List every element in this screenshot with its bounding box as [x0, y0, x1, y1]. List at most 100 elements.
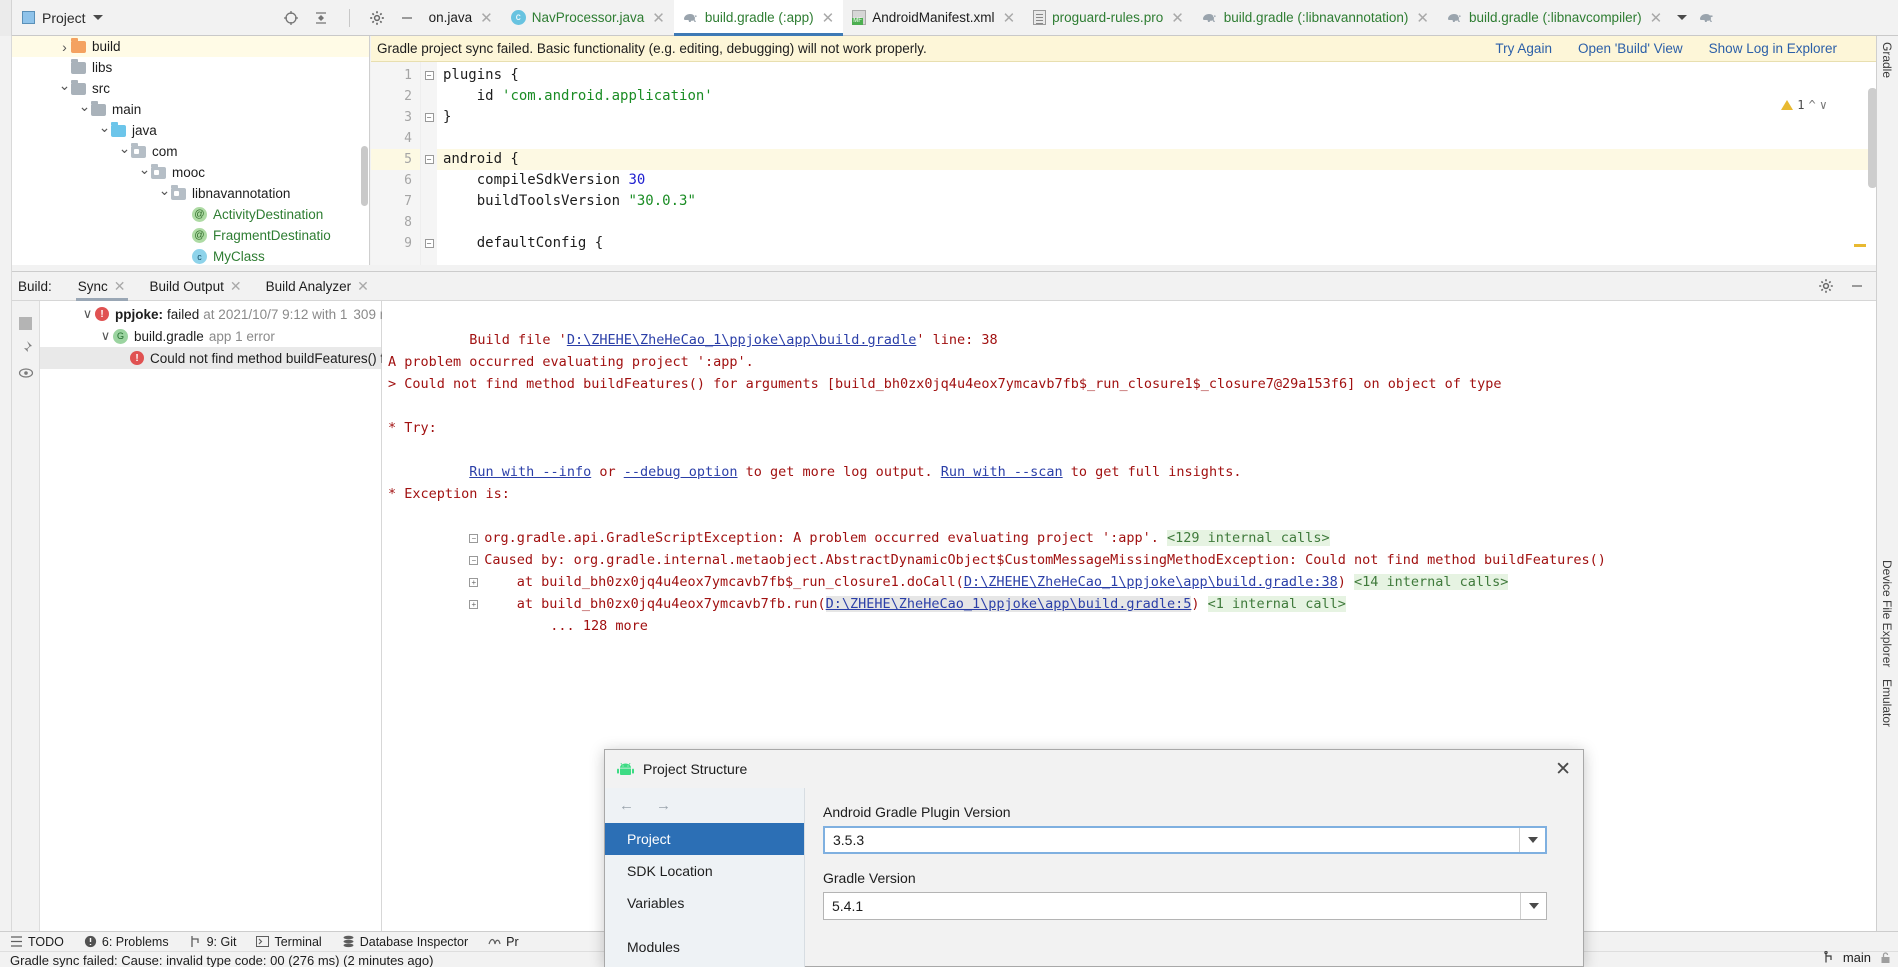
editor-tab-5[interactable]: build.gradle (:libnavannotation) ✕ — [1193, 0, 1438, 36]
open-build-view-link[interactable]: Open 'Build' View — [1578, 41, 1683, 56]
tree-item-libnavannotation[interactable]: libnavannotation — [12, 183, 369, 204]
project-structure-dialog[interactable]: Project Structure ✕ ← → Project SDK Loca… — [604, 749, 1584, 967]
editor-tab-0[interactable]: on.java ✕ — [420, 0, 502, 36]
tree-item-com[interactable]: com — [12, 141, 369, 162]
build-tree-row-project[interactable]: ∨ ! ppjoke: failed at 2021/10/7 9:12 wit… — [40, 303, 398, 325]
back-arrow-icon[interactable]: ← — [619, 797, 634, 814]
run-with-info-link[interactable]: Run with --info — [469, 464, 591, 480]
try-again-link[interactable]: Try Again — [1495, 41, 1552, 56]
dialog-item-sdk-location[interactable]: SDK Location — [605, 855, 804, 887]
tree-item-main[interactable]: main — [12, 99, 369, 120]
status-profiler-button[interactable]: Pr — [488, 935, 519, 949]
project-view-button[interactable]: Project — [12, 0, 113, 36]
tree-item-build[interactable]: build — [12, 36, 369, 57]
tree-item-src[interactable]: src — [12, 78, 369, 99]
tree-item-libs[interactable]: libs — [12, 57, 369, 78]
debug-option-link[interactable]: --debug option — [624, 464, 738, 480]
tabs-overflow-button[interactable] — [1671, 0, 1693, 36]
tree-item-mooc[interactable]: mooc — [12, 162, 369, 183]
fold-end-icon[interactable]: − — [424, 113, 434, 122]
tab-build-analyzer[interactable]: Build Analyzer ✕ — [254, 272, 381, 301]
chevron-right-icon[interactable] — [58, 39, 71, 55]
project-tree-panel[interactable]: build libs src main java com — [12, 36, 370, 265]
fold-plus-icon[interactable]: + — [469, 578, 479, 587]
rail-item-emulator[interactable]: Emulator — [1877, 673, 1897, 733]
project-tree-scrollbar[interactable] — [361, 146, 368, 206]
stacktrace-file-link[interactable]: D:\ZHEHE\ZheHeCao_1\ppjoke\app\build.gra… — [825, 596, 1192, 612]
build-result-tree[interactable]: ∨ ! ppjoke: failed at 2021/10/7 9:12 wit… — [40, 301, 398, 932]
gradle-version-combobox[interactable]: 5.4.1 — [823, 892, 1547, 920]
dialog-item-variables[interactable]: Variables — [605, 887, 804, 919]
dialog-item-modules[interactable]: Modules — [605, 931, 804, 963]
dropdown-arrow-icon[interactable] — [1520, 893, 1546, 919]
chevron-down-icon[interactable] — [58, 80, 71, 97]
close-icon[interactable]: ✕ — [1555, 760, 1571, 779]
forward-arrow-icon[interactable]: → — [656, 797, 671, 814]
close-icon[interactable]: ✕ — [822, 9, 835, 27]
collapse-all-icon[interactable] — [313, 9, 330, 26]
tab-sync[interactable]: Sync ✕ — [66, 272, 138, 301]
close-icon[interactable]: ✕ — [1650, 9, 1663, 27]
status-database-inspector-button[interactable]: Database Inspector — [342, 935, 468, 949]
fold-plus-icon[interactable]: + — [469, 600, 479, 609]
code-text[interactable]: plugins { id 'com.android.application' }… — [437, 62, 1877, 265]
chevron-down-icon[interactable] — [138, 164, 151, 181]
fold-minus-icon[interactable]: − — [424, 239, 434, 248]
chevron-down-icon[interactable] — [78, 101, 91, 118]
dropdown-arrow-icon[interactable] — [1519, 828, 1545, 852]
prev-problem-icon[interactable]: ^ — [1809, 98, 1816, 112]
editor-warning-marker[interactable] — [1854, 244, 1866, 247]
stop-icon[interactable] — [17, 314, 35, 332]
editor-tab-1[interactable]: c NavProcessor.java ✕ — [502, 0, 674, 36]
minimize-icon[interactable] — [1848, 278, 1865, 295]
close-icon[interactable]: ✕ — [1171, 9, 1184, 27]
close-icon[interactable]: ✕ — [114, 278, 126, 295]
close-icon[interactable]: ✕ — [230, 278, 242, 295]
inspection-status[interactable]: 1 ^ ∨ — [1781, 98, 1827, 112]
chevron-down-icon[interactable]: ∨ — [98, 328, 113, 344]
build-tree-row-error[interactable]: ! Could not find method buildFeatures() … — [40, 347, 392, 369]
fold-minus-icon[interactable]: − — [424, 71, 434, 80]
tree-item-activitydestination[interactable]: @ ActivityDestination — [12, 204, 369, 225]
status-git-button[interactable]: 9: Git — [189, 935, 236, 949]
tree-item-java[interactable]: java — [12, 120, 369, 141]
chevron-down-icon[interactable] — [98, 122, 111, 139]
rail-item-gradle[interactable]: Gradle — [1877, 36, 1897, 84]
tree-item-fragmentdestination[interactable]: @ FragmentDestinatio — [12, 225, 369, 246]
fold-minus-icon[interactable]: − — [469, 534, 479, 543]
tree-item-myclass[interactable]: c MyClass — [12, 246, 369, 265]
next-problem-icon[interactable]: ∨ — [1820, 98, 1827, 112]
editor-tab-2[interactable]: build.gradle (:app) ✕ — [673, 0, 844, 36]
status-todo-button[interactable]: TODO — [10, 935, 64, 949]
hide-panel-icon[interactable] — [399, 9, 416, 26]
status-terminal-button[interactable]: Terminal — [256, 935, 322, 949]
chevron-down-icon[interactable] — [118, 143, 131, 160]
dialog-item-project[interactable]: Project — [605, 823, 804, 855]
editor-tab-6[interactable]: build.gradle (:libnavcompiler) ✕ — [1438, 0, 1671, 36]
close-icon[interactable]: ✕ — [357, 278, 369, 295]
fold-minus-icon[interactable]: − — [469, 556, 479, 565]
console-file-link[interactable]: D:\ZHEHE\ZheHeCao_1\ppjoke\app\build.gra… — [567, 332, 917, 348]
agp-version-combobox[interactable]: 3.5.3 — [823, 826, 1547, 854]
close-icon[interactable]: ✕ — [480, 9, 493, 27]
chevron-down-icon[interactable]: ∨ — [80, 306, 95, 322]
pin-icon[interactable] — [17, 339, 35, 357]
editor-tab-3[interactable]: AndroidManifest.xml ✕ — [843, 0, 1024, 36]
chevron-down-icon[interactable] — [158, 185, 171, 202]
show-log-in-explorer-link[interactable]: Show Log in Explorer — [1709, 41, 1837, 56]
rail-item-device-file-explorer[interactable]: Device File Explorer — [1877, 554, 1897, 673]
editor-tab-4[interactable]: proguard-rules.pro ✕ — [1024, 0, 1193, 36]
code-folding-gutter[interactable]: − − − − — [421, 62, 437, 265]
run-with-scan-link[interactable]: Run with --scan — [941, 464, 1063, 480]
locate-icon[interactable] — [283, 9, 300, 26]
gear-icon[interactable] — [1817, 278, 1834, 295]
fold-minus-icon[interactable]: − — [424, 155, 434, 164]
status-branch-area[interactable]: main — [1823, 950, 1892, 965]
tab-extra-gradle[interactable] — [1693, 0, 1721, 36]
tab-build-output[interactable]: Build Output ✕ — [138, 272, 254, 301]
eye-icon[interactable] — [17, 364, 35, 382]
close-icon[interactable]: ✕ — [652, 9, 665, 27]
stacktrace-file-link[interactable]: D:\ZHEHE\ZheHeCao_1\ppjoke\app\build.gra… — [964, 574, 1338, 590]
lock-icon[interactable] — [1879, 951, 1892, 964]
close-icon[interactable]: ✕ — [1003, 9, 1016, 27]
